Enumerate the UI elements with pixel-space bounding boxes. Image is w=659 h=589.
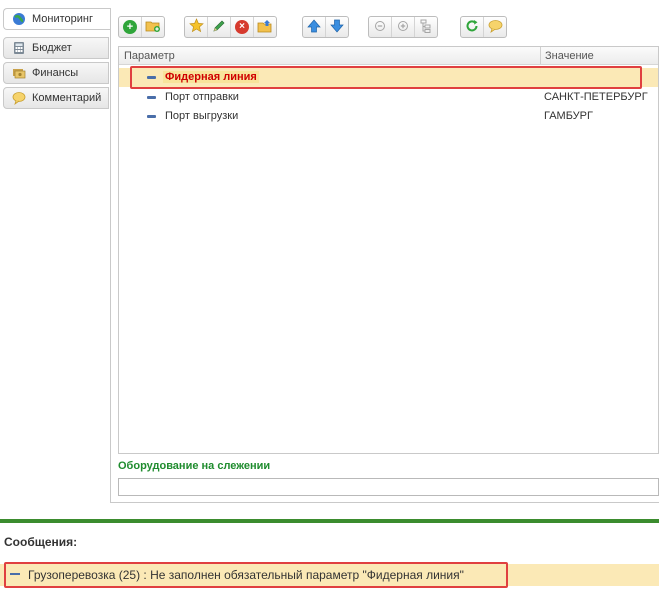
add-folder-icon [145, 19, 161, 36]
messages-splitter[interactable] [0, 519, 659, 523]
tab-finance-label: Финансы [32, 67, 79, 79]
table-row[interactable]: Порт выгрузки ГАМБУРГ [119, 107, 658, 126]
parameters-table[interactable]: Параметр Значение Фидерная линия Порт от… [118, 46, 659, 454]
move-to-folder-button[interactable] [253, 17, 276, 37]
expand-icon [397, 20, 409, 35]
error-highlight-box [130, 66, 642, 89]
edit-pencil-icon [212, 19, 226, 36]
toolbar-group-create: + [118, 16, 165, 38]
delete-icon: × [235, 20, 249, 34]
refresh-icon [465, 19, 479, 36]
add-folder-button[interactable] [141, 17, 164, 37]
move-down-icon [330, 19, 344, 36]
comment-icon [488, 19, 503, 36]
row-value[interactable]: ГАМБУРГ [544, 110, 593, 122]
tab-finance[interactable]: Финансы [3, 62, 109, 84]
favorite-button[interactable] [185, 17, 207, 37]
row-parameter: Порт выгрузки [165, 110, 239, 122]
toolbar-group-order [302, 16, 349, 38]
tab-budget[interactable]: Бюджет [3, 37, 109, 59]
move-to-folder-icon [257, 19, 273, 36]
add-icon: + [123, 20, 137, 34]
refresh-button[interactable] [461, 17, 483, 37]
row-parameter: Порт отправки [165, 91, 239, 103]
add-button[interactable]: + [119, 17, 141, 37]
star-icon [188, 18, 204, 36]
equipment-field[interactable] [118, 478, 659, 496]
move-down-button[interactable] [325, 17, 348, 37]
tab-monitoring[interactable]: Мониторинг [3, 8, 111, 30]
delete-button[interactable]: × [230, 17, 253, 37]
calculator-icon [12, 41, 26, 55]
move-up-icon [307, 18, 321, 36]
table-row[interactable]: Порт отправки САНКТ-ПЕТЕРБУРГ [119, 88, 658, 107]
toolbar-group-edit: × [184, 16, 277, 38]
tree-structure-icon [420, 19, 432, 36]
comment-button[interactable] [483, 17, 506, 37]
move-up-button[interactable] [303, 17, 325, 37]
toolbar-group-tree [368, 16, 438, 38]
collapse-icon [374, 20, 386, 35]
edit-button[interactable] [207, 17, 230, 37]
tab-comment-label: Комментарий [32, 92, 102, 104]
toolbar-group-misc [460, 16, 507, 38]
column-separator[interactable] [540, 47, 541, 64]
row-value[interactable]: САНКТ-ПЕТЕРБУРГ [544, 91, 648, 103]
money-icon [12, 66, 26, 80]
column-header-value[interactable]: Значение [545, 50, 594, 62]
message-highlight-box [4, 562, 508, 588]
speech-bubble-icon [12, 91, 26, 106]
equipment-label: Оборудование на слежении [118, 460, 271, 472]
tree-structure-button[interactable] [414, 17, 437, 37]
tab-monitoring-label: Мониторинг [32, 13, 94, 25]
collapse-button[interactable] [369, 17, 391, 37]
row-marker-icon [147, 96, 156, 99]
messages-title: Сообщения: [4, 535, 78, 549]
table-header: Параметр Значение [119, 47, 658, 65]
tab-comment[interactable]: Комментарий [3, 87, 109, 109]
globe-icon [12, 12, 26, 26]
column-header-parameter[interactable]: Параметр [124, 50, 175, 62]
row-marker-icon [147, 115, 156, 118]
expand-button[interactable] [391, 17, 414, 37]
tab-budget-label: Бюджет [32, 42, 72, 54]
